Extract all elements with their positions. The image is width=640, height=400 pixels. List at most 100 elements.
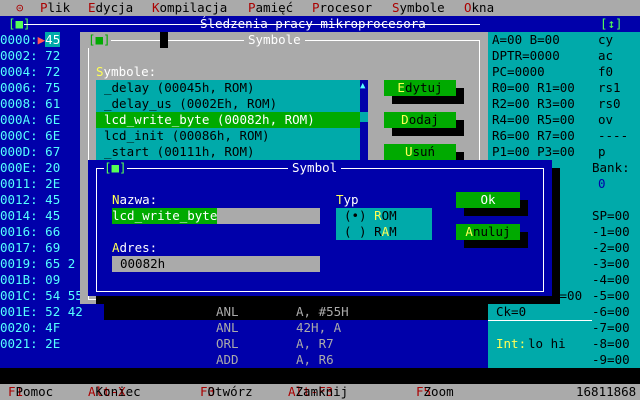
flag-rs1[interactable]: rs1 [598, 80, 621, 96]
dialog-close-button[interactable]: [■] [88, 32, 111, 48]
radio-rom[interactable]: (•) ROM [344, 208, 397, 224]
symbol-list-item[interactable]: _delay_us (0002Eh, ROM) [104, 96, 277, 112]
status-zoom[interactable]: F5 Zoom [416, 384, 454, 400]
stack-sp[interactable]: SP=00 [592, 208, 630, 224]
stack-entry[interactable]: -9=00 [592, 352, 630, 368]
symbols-list[interactable]: _delay (00045h, ROM) _delay_us (0002Eh, … [96, 80, 360, 160]
delete-button[interactable]: Usuń [384, 144, 456, 160]
register-r0-r1[interactable]: R0=00 R1=00 [492, 80, 575, 96]
menu-edycja[interactable]: Edycja [88, 0, 133, 16]
button-label: odaj [408, 112, 439, 127]
status-exit[interactable]: Alt-X Koniec [88, 384, 141, 400]
radio-ram[interactable]: ( ) RAM [344, 224, 397, 240]
status-memory: 16811868 [576, 384, 637, 399]
stack-entry[interactable]: -8=00 [592, 336, 630, 352]
flag-unused: ---- [598, 128, 629, 143]
code-bytes: 45 [45, 192, 61, 207]
dialog-close-button[interactable]: [■] [104, 160, 127, 176]
menu-symbole[interactable]: Symbole [392, 0, 445, 16]
symbol-list-item-selected[interactable]: lcd_write_byte (00082h, ROM) [104, 112, 315, 128]
register-pc[interactable]: PC=0000 [492, 64, 545, 80]
code-bytes: 45 [45, 32, 61, 47]
code-bytes: 2E [45, 176, 61, 191]
register-dptr[interactable]: DPTR=0000 [492, 48, 560, 64]
stack-entry[interactable]: -1=00 [592, 224, 630, 240]
disasm-operand: A, R6 [296, 352, 334, 367]
disasm-operand: A, #55H [296, 304, 349, 319]
status-help[interactable]: F1 Pomoc [8, 384, 53, 400]
code-address: 0021: [0, 336, 38, 351]
menu-kompilacja[interactable]: Kompilacja [152, 0, 227, 16]
code-address: 0011: [0, 176, 38, 191]
register-ck[interactable]: Ck=0 [496, 304, 526, 320]
code-bytes: 66 [45, 224, 61, 239]
code-address: 0002: [0, 48, 38, 63]
code-bytes: 69 [45, 240, 61, 255]
scroll-up-icon[interactable]: ▲ [360, 80, 368, 92]
interrupt-label: Int: [496, 336, 527, 351]
list-scrollbar[interactable]: ▲ [360, 80, 368, 160]
bank-value[interactable]: 0 [598, 176, 606, 192]
code-address: 000E: [0, 160, 38, 175]
flag-f0[interactable]: f0 [598, 64, 613, 80]
menu-label: lik [47, 0, 71, 15]
menu-hotkey: P [248, 0, 256, 15]
button-hotkey: D [401, 112, 409, 127]
stack-entry[interactable]: -4=00 [592, 272, 630, 288]
symbol-list-item[interactable]: _start (00111h, ROM) [104, 144, 255, 160]
menu-plik[interactable]: Plik [40, 0, 70, 16]
menu-label: ompilacja [159, 0, 228, 15]
flags-panel: cy ac f0 rs1 rs0 ov ---- p Bank: 0 SP=00… [592, 32, 640, 368]
code-address: 0017: [0, 240, 38, 255]
address-input[interactable]: 00082h [112, 256, 320, 272]
ok-button[interactable]: Ok [456, 192, 520, 208]
interrupt-value[interactable]: lo hi [528, 336, 566, 352]
button-label: suń [412, 144, 436, 159]
scroll-thumb[interactable] [360, 112, 368, 122]
divider [488, 320, 592, 321]
flag-ac[interactable]: ac [598, 48, 613, 64]
edit-button[interactable]: Edytuj [384, 80, 456, 96]
stack-entry[interactable]: -3=00 [592, 256, 630, 272]
stack-entry[interactable]: -5=00 [592, 288, 630, 304]
code-address: 001B: [0, 272, 38, 287]
flag-p[interactable]: p [598, 144, 606, 160]
code-address: 0012: [0, 192, 38, 207]
flag-rs0[interactable]: rs0 [598, 96, 621, 112]
system-menu-icon[interactable]: ⊝ [16, 0, 24, 16]
name-input[interactable]: lcd_write_byte [112, 208, 320, 224]
stack-entry[interactable]: -2=00 [592, 240, 630, 256]
dialog-title: Symbole [244, 32, 305, 48]
symbol-list-item[interactable]: _delay (00045h, ROM) [104, 80, 255, 96]
name-input-value: lcd_write_byte [112, 208, 218, 224]
menu-okna[interactable]: Okna [464, 0, 494, 16]
register-a-b[interactable]: A=00 B=00 [492, 32, 560, 48]
cancel-button[interactable]: Anuluj [456, 224, 520, 240]
status-open[interactable]: F3 Otwórz [200, 384, 253, 400]
register-r6-r7[interactable]: R6=00 R7=00 [492, 128, 575, 144]
status-label: Pomoc [15, 384, 54, 399]
address-input-value: 00082h [120, 256, 166, 271]
stack-entry[interactable]: -7=00 [592, 320, 630, 336]
label-hotkey: N [112, 192, 120, 207]
window-zoom-button[interactable]: [↕] [600, 16, 623, 32]
add-button[interactable]: Dodaj [384, 112, 456, 128]
disassembly-view[interactable]: ANL A, #55H ANL 42H, A ORL A, R7 ADD A, … [104, 304, 488, 368]
label-text: ymbole: [103, 64, 157, 79]
menu-procesor[interactable]: Procesor [312, 0, 372, 16]
symbol-list-item[interactable]: lcd_init (00086h, ROM) [104, 128, 270, 144]
register-r4-r5[interactable]: R4=00 R5=00 [492, 112, 575, 128]
register-p1-p3[interactable]: P1=00 P3=00 [492, 144, 575, 160]
frame-line [24, 24, 480, 25]
flag-cy[interactable]: cy [598, 32, 613, 48]
code-address: 0019: [0, 256, 38, 271]
code-address: 000D: [0, 144, 38, 159]
flag-ov[interactable]: ov [598, 112, 613, 128]
symbol-edit-dialog: [■] Symbol Nazwa: lcd_write_byte Adres: … [88, 160, 552, 296]
register-r2-r3[interactable]: R2=00 R3=00 [492, 96, 575, 112]
stack-entry[interactable]: -6=00 [592, 304, 630, 320]
disasm-opcode: ORL [216, 336, 239, 351]
menu-hotkey: S [392, 0, 400, 15]
menu-pamiec[interactable]: Pamięć [248, 0, 293, 16]
status-close[interactable]: Alt-F3 Zamknij [288, 384, 348, 400]
